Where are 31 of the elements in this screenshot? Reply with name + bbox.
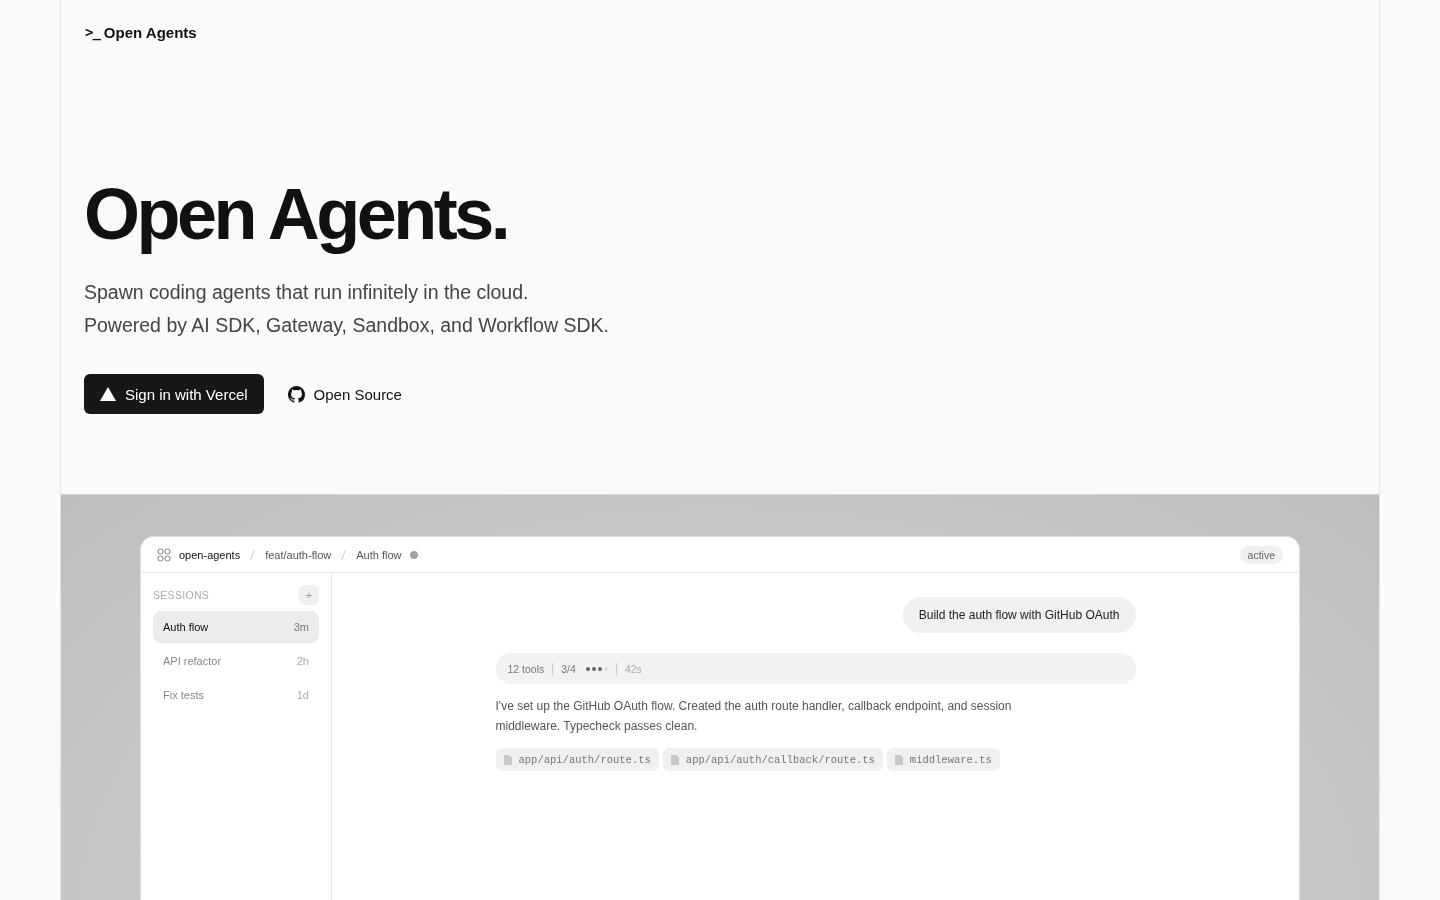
breadcrumb-item[interactable]: open-agents xyxy=(179,548,241,561)
step-count: 3/4 xyxy=(561,662,576,675)
logo-text[interactable]: Open Agents xyxy=(103,23,197,41)
open-source-button[interactable]: Open Source xyxy=(271,374,418,414)
grid-icon xyxy=(157,547,171,562)
user-message: Build the auth flow with GitHub OAuth xyxy=(902,597,1136,633)
hero-title: Open Agents. xyxy=(84,174,509,254)
github-icon xyxy=(287,385,305,403)
session-item[interactable]: API refactor 2h xyxy=(153,645,319,677)
file-chip[interactable]: middleware.ts xyxy=(886,748,1000,771)
hero-subtitle: Powered by AI SDK, Gateway, Sandbox, and Workflow SDK. xyxy=(84,313,610,338)
session-item[interactable]: Auth flow 3m xyxy=(153,611,319,643)
breadcrumb-item[interactable]: feat/auth-flow xyxy=(265,548,332,561)
file-chip[interactable]: app/api/auth/route.ts xyxy=(495,748,659,771)
tool-summary-bar[interactable]: 12 tools 3/4 42s xyxy=(495,653,1136,684)
file-icon xyxy=(894,754,903,765)
status-badge: active xyxy=(1239,545,1283,564)
session-item[interactable]: Fix tests 1d xyxy=(153,679,319,711)
status-dot-icon xyxy=(410,550,419,559)
assistant-reply: I've set up the GitHub OAuth flow. Created the auth route handler, callback endpoint, and session middleware. Typecheck passes clean. xyxy=(495,698,1013,735)
file-icon xyxy=(670,754,679,765)
logo-prompt: >_ xyxy=(85,24,100,40)
sessions-heading: SESSIONS xyxy=(153,589,210,601)
breadcrumb-item[interactable]: Auth flow xyxy=(356,548,402,561)
file-chip[interactable]: app/api/auth/callback/route.ts xyxy=(662,748,883,771)
file-icon xyxy=(503,754,512,765)
duration: 42s xyxy=(624,662,642,675)
hero-subtitle: Spawn coding agents that run infinitely in the cloud. xyxy=(84,280,530,305)
sign-in-button[interactable]: Sign in with Vercel xyxy=(84,374,264,414)
triangle-icon xyxy=(100,387,116,401)
tool-count: 12 tools xyxy=(507,662,545,675)
